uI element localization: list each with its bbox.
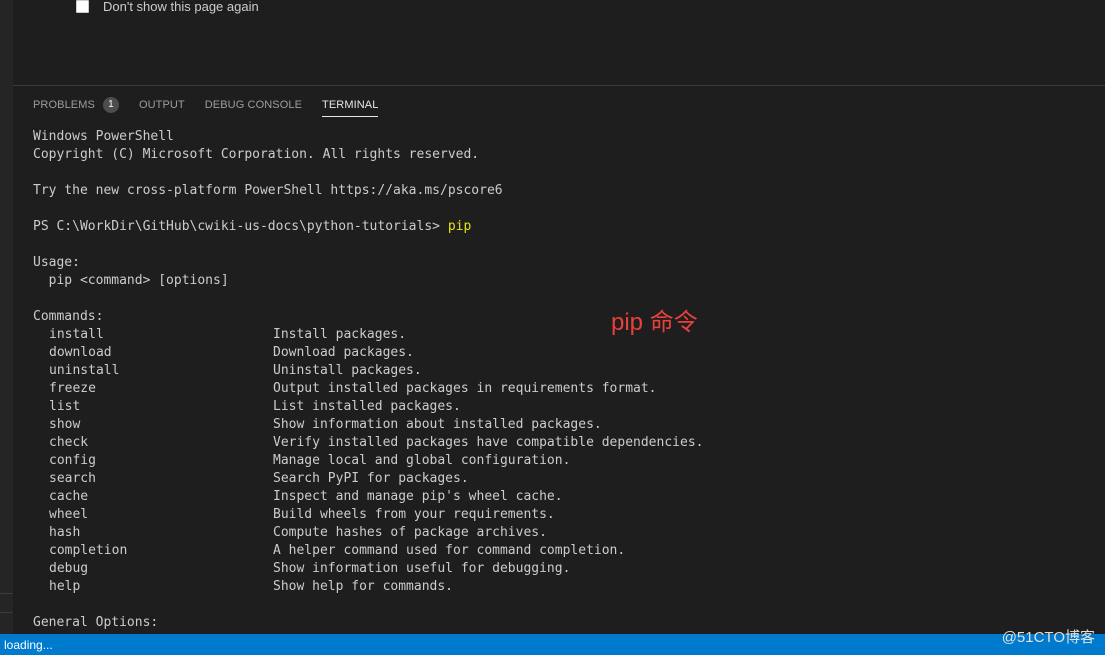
command-name: search — [49, 471, 96, 486]
command-description: Uninstall packages. — [273, 363, 422, 378]
command-row: cache Inspect and manage pip's wheel cach… — [33, 488, 1095, 506]
usage-title: Usage: — [33, 255, 80, 270]
problems-count-badge: 1 — [102, 97, 119, 113]
tab-problems-label: PROBLEMS — [33, 99, 95, 111]
watermark: @51CTO博客 — [1001, 629, 1095, 646]
terminal-line: Try the new cross-platform PowerShell ht… — [33, 183, 503, 198]
tab-terminal[interactable]: TERMINAL — [322, 94, 379, 117]
terminal-line: Windows PowerShell — [33, 129, 174, 144]
command-description: Install packages. — [273, 327, 407, 342]
general-options-title: General Options: — [33, 615, 159, 630]
command-row: check Verify installed packages have comp… — [33, 434, 1095, 452]
command-description: Download packages. — [273, 345, 414, 360]
command-name: download — [49, 345, 112, 360]
command-row: download Download packages. — [33, 344, 1095, 362]
activity-divider — [0, 593, 13, 594]
command-name: wheel — [49, 507, 89, 522]
dont-show-label: Don't show this page again — [103, 0, 259, 14]
command-name: cache — [49, 489, 89, 504]
dont-show-again[interactable]: Don't show this page again — [76, 0, 259, 13]
command-description: Show information about installed package… — [273, 417, 602, 432]
command-row: config Manage local and global configurat… — [33, 452, 1095, 470]
command-description: Output installed packages in requirement… — [273, 381, 657, 396]
command-description: A helper command used for command comple… — [273, 543, 626, 558]
tab-debug-console-label: DEBUG CONSOLE — [204, 99, 303, 111]
command-name: uninstall — [49, 363, 120, 378]
command-description: Show help for commands. — [273, 579, 454, 594]
command-row: install Install packages. — [33, 326, 1095, 344]
command-row: help Show help for commands. — [33, 578, 1095, 596]
command-description: Build wheels from your requirements. — [273, 507, 555, 522]
command-name: config — [49, 453, 96, 468]
command-name: hash — [49, 525, 81, 540]
command-name: install — [49, 327, 104, 342]
command-description: Search PyPI for packages. — [273, 471, 469, 486]
command-row: wheel Build wheels from your requirements… — [33, 506, 1095, 524]
command-description: Show information useful for debugging. — [273, 561, 571, 576]
command-row: list List installed packages. — [33, 398, 1095, 416]
commands-list: install Install packages. download Download… — [33, 326, 1095, 596]
bottom-panel: PROBLEMS 1 OUTPUT DEBUG CONSOLE TERMINAL… — [13, 85, 1105, 634]
prompt-path: PS C:\WorkDir\GitHub\cwiki-us-docs\pytho… — [33, 219, 448, 234]
activity-bar — [0, 0, 13, 634]
tab-debug-console[interactable]: DEBUG CONSOLE — [205, 94, 302, 116]
command-description: Inspect and manage pip's wheel cache. — [273, 489, 563, 504]
command-row: debug Show information useful for debuggi… — [33, 560, 1095, 578]
tab-terminal-label: TERMINAL — [322, 99, 379, 111]
status-bar: loading... — [0, 634, 1105, 655]
tab-output-label: OUTPUT — [138, 99, 185, 111]
usage-line: pip <command> [options] — [33, 273, 229, 288]
typed-command: pip — [447, 219, 472, 234]
command-description: List installed packages. — [273, 399, 461, 414]
command-name: debug — [49, 561, 89, 576]
command-name: freeze — [49, 381, 96, 396]
command-row: freeze Output installed packages in requi… — [33, 380, 1095, 398]
activity-divider — [0, 612, 13, 613]
command-row: search Search PyPI for packages. — [33, 470, 1095, 488]
command-name: help — [49, 579, 81, 594]
command-name: show — [49, 417, 81, 432]
terminal-output[interactable]: Windows PowerShell Copyright (C) Microso… — [33, 128, 1095, 634]
command-row: hash Compute hashes of package archives. — [33, 524, 1095, 542]
terminal-line: Copyright (C) Microsoft Corporation. All… — [33, 147, 480, 162]
vscode-window: Don't show this page again PROBLEMS 1 OU… — [0, 0, 1105, 655]
tab-output[interactable]: OUTPUT — [139, 94, 185, 116]
pip-command-annotation: pip 命令 — [611, 309, 698, 336]
welcome-page: Don't show this page again — [13, 0, 1105, 85]
command-description: Verify installed packages have compatibl… — [273, 435, 704, 450]
command-row: show Show information about installed pac… — [33, 416, 1095, 434]
prompt-line: PS C:\WorkDir\GitHub\cwiki-us-docs\pytho… — [33, 218, 1095, 236]
command-name: completion — [49, 543, 128, 558]
command-description: Manage local and global configuration. — [273, 453, 571, 468]
tab-problems[interactable]: PROBLEMS 1 — [33, 94, 119, 116]
command-name: list — [49, 399, 81, 414]
status-loading-text: loading... — [4, 637, 53, 652]
command-name: check — [49, 435, 89, 450]
commands-title: Commands: — [33, 309, 104, 324]
command-row: completion A helper command used for comm… — [33, 542, 1095, 560]
dont-show-checkbox[interactable] — [76, 0, 89, 13]
panel-tabs: PROBLEMS 1 OUTPUT DEBUG CONSOLE TERMINAL — [33, 94, 398, 120]
command-description: Compute hashes of package archives. — [273, 525, 547, 540]
command-row: uninstall Uninstall packages. — [33, 362, 1095, 380]
